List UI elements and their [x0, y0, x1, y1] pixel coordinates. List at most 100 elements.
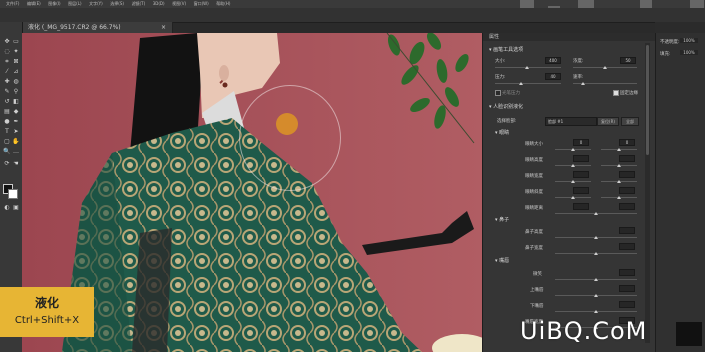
menu-item-3d[interactable]: 3D(D) [153, 0, 165, 8]
eye-distance-knob[interactable] [594, 212, 598, 215]
clone-stamp-icon[interactable]: ⚲ [12, 88, 20, 95]
eye-tilt-left-knob[interactable] [571, 196, 575, 199]
nose-heading[interactable]: ▾ 鼻子 [495, 216, 509, 223]
blur-tool-icon[interactable]: ◆ [12, 108, 20, 115]
document-tab[interactable]: 液化 (_MG_9517.CR2 @ 66.7%) × [22, 22, 173, 33]
select-face-dropdown[interactable]: 脸部 #1 [545, 117, 597, 126]
panel-scroll-thumb[interactable] [646, 45, 649, 155]
patch-icon[interactable]: ◍ [12, 78, 20, 85]
pin-edges-checkbox[interactable] [613, 90, 619, 96]
ruler-icon[interactable]: ⊿ [12, 68, 20, 75]
healing-brush-icon[interactable]: ✚ [3, 78, 11, 85]
type-tool-icon[interactable]: T [3, 128, 11, 135]
eye-width-left-knob[interactable] [571, 180, 575, 183]
frame-tool-icon[interactable]: ⊠ [12, 58, 20, 65]
lower-lip-knob[interactable] [594, 310, 598, 313]
size-value-field[interactable]: 400 [545, 57, 561, 64]
eye-size-right-field[interactable]: 0 [619, 139, 635, 146]
eye-width-left-field[interactable] [573, 171, 589, 178]
eye-tilt-label: 眼睛斜度 [525, 190, 543, 195]
eye-size-right-knob[interactable] [617, 148, 621, 151]
face-aware-heading[interactable]: ▾ 人脸识别液化 [489, 103, 523, 110]
menu-item-layer[interactable]: 图层(L) [68, 0, 81, 8]
pressure-value-field[interactable]: 40 [545, 73, 561, 80]
density-value-field[interactable]: 50 [620, 57, 636, 64]
all-button[interactable]: 全部 [621, 117, 639, 126]
nose-width-field[interactable] [619, 243, 635, 250]
nose-width-knob[interactable] [594, 252, 598, 255]
watermark-logo-box [676, 322, 702, 346]
eye-tilt-right-knob[interactable] [617, 196, 621, 199]
eye-width-right-knob[interactable] [617, 180, 621, 183]
eye-width-right-field[interactable] [619, 171, 635, 178]
menu-item-filter[interactable]: 滤镜(T) [132, 0, 146, 8]
stylus-pressure-checkbox[interactable] [495, 90, 501, 96]
eye-size-left-field[interactable]: 0 [573, 139, 589, 146]
eraser-icon[interactable]: ◧ [12, 98, 20, 105]
lower-lip-field[interactable] [619, 301, 635, 308]
pressure-slider-knob[interactable] [519, 82, 523, 85]
smile-knob[interactable] [594, 278, 598, 281]
eye-height-right-field[interactable] [619, 155, 635, 162]
smile-label: 微笑 [533, 272, 542, 277]
fill-field[interactable]: 100% [680, 50, 698, 55]
menu-item-edit[interactable]: 编辑(E) [27, 0, 41, 8]
eyes-heading[interactable]: ▾ 眼睛 [495, 129, 509, 136]
rate-slider-knob[interactable] [581, 82, 585, 85]
menu-item-type[interactable]: 文字(Y) [89, 0, 103, 8]
nose-height-field[interactable] [619, 227, 635, 234]
smile-field[interactable] [619, 269, 635, 276]
pin-edges-label: 固定边缘 [620, 91, 638, 96]
brush-tool-icon[interactable]: ✎ [3, 88, 11, 95]
menu-item-help[interactable]: 帮助(H) [216, 0, 230, 8]
crop-tool-icon[interactable]: ⌗ [3, 58, 11, 65]
eye-tilt-left-field[interactable] [573, 187, 589, 194]
menu-item-window[interactable]: 窗口(W) [194, 0, 209, 8]
eye-height-left-field[interactable] [573, 155, 589, 162]
eye-distance-left-field[interactable] [573, 203, 589, 210]
eye-height-left-knob[interactable] [571, 164, 575, 167]
reset-button[interactable]: 复位(R) [597, 117, 619, 126]
nose-height-knob[interactable] [594, 236, 598, 239]
density-slider-knob[interactable] [603, 66, 607, 69]
zoom-tool-icon[interactable]: 🔍 [3, 148, 11, 155]
select-face-value: 脸部 #1 [548, 119, 564, 124]
screen-mode-icon[interactable]: ▣ [12, 204, 20, 211]
move-tool-icon[interactable]: ✥ [3, 38, 11, 45]
hand-tool-icon[interactable]: ✋ [12, 138, 20, 145]
marquee-tool-icon[interactable]: ▭ [12, 38, 20, 45]
magic-wand-icon[interactable]: ✦ [12, 48, 20, 55]
hand-icon[interactable]: ☚ [12, 160, 20, 167]
brush-cursor-ring [239, 85, 341, 191]
menu-item-view[interactable]: 视图(V) [172, 0, 186, 8]
eye-height-right-knob[interactable] [617, 164, 621, 167]
lasso-tool-icon[interactable]: ◌ [3, 48, 11, 55]
shape-tool-icon[interactable]: ▢ [3, 138, 11, 145]
upper-lip-knob[interactable] [594, 294, 598, 297]
opacity-field[interactable]: 100% [680, 38, 698, 43]
path-select-icon[interactable]: ➤ [12, 128, 20, 135]
rotate-view-icon[interactable]: ⟳ [3, 160, 11, 167]
eye-tilt-right-field[interactable] [619, 187, 635, 194]
pen-tool-icon[interactable]: ✒ [12, 118, 20, 125]
eye-size-left-knob[interactable] [571, 148, 575, 151]
quick-mask-icon[interactable]: ◐ [3, 204, 11, 211]
size-slider-knob[interactable] [525, 66, 529, 69]
mouth-heading[interactable]: ▾ 嘴唇 [495, 257, 509, 264]
brush-options-heading[interactable]: ▾ 画笔工具选项 [489, 46, 523, 53]
menu-item-select[interactable]: 选择(S) [110, 0, 124, 8]
eyedropper-icon[interactable]: ⁄ [3, 68, 11, 75]
eye-height-label: 眼睛高度 [525, 158, 543, 163]
more-tools-icon[interactable]: … [12, 148, 20, 155]
brush-cursor-center [276, 113, 298, 135]
dodge-tool-icon[interactable]: ● [3, 118, 11, 125]
upper-lip-field[interactable] [619, 285, 635, 292]
history-brush-icon[interactable]: ↺ [3, 98, 11, 105]
menu-item-file[interactable]: 文件(F) [6, 0, 19, 8]
close-icon[interactable]: × [155, 22, 166, 33]
pressure-slider[interactable] [495, 83, 561, 84]
eye-distance-right-field[interactable] [619, 203, 635, 210]
gradient-icon[interactable]: ▤ [3, 108, 11, 115]
menu-item-image[interactable]: 图像(I) [48, 0, 60, 8]
background-color-swatch[interactable] [8, 189, 18, 199]
